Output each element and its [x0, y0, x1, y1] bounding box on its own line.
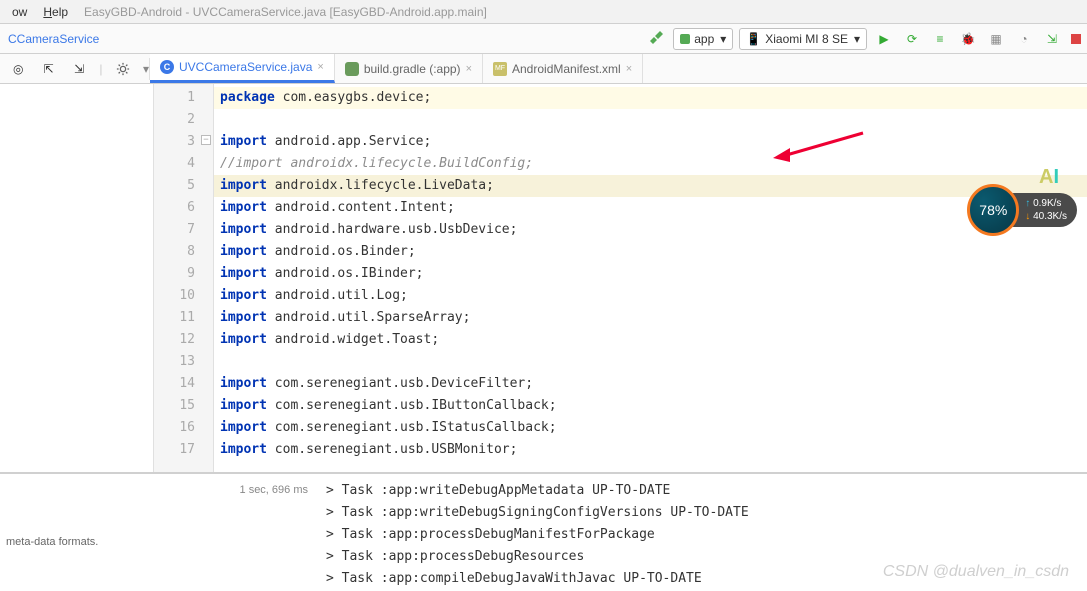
run-config-label: app: [694, 32, 714, 46]
line-number: 6: [154, 197, 213, 219]
line-number: 17: [154, 439, 213, 461]
line-number: 12: [154, 329, 213, 351]
code-line[interactable]: import com.serenegiant.usb.DeviceFilter;: [214, 373, 1087, 395]
line-number: 2: [154, 109, 213, 131]
line-number: 10: [154, 285, 213, 307]
window-title: EasyGBD-Android - UVCCameraService.java …: [84, 5, 487, 19]
download-speed: 40.3K/s: [1025, 210, 1067, 223]
code-line[interactable]: import android.os.Binder;: [214, 241, 1087, 263]
expand-all-icon[interactable]: ⇱: [38, 58, 58, 80]
code-line[interactable]: import android.widget.Toast;: [214, 329, 1087, 351]
attach-debugger-icon[interactable]: ⇲: [1041, 28, 1063, 50]
breadcrumb[interactable]: CCameraService: [6, 32, 99, 46]
code-line[interactable]: import com.serenegiant.usb.IStatusCallba…: [214, 417, 1087, 439]
tab-build-gradle[interactable]: build.gradle (:app) ×: [335, 54, 483, 83]
tab-label: AndroidManifest.xml: [512, 62, 621, 76]
menu-window[interactable]: ow: [4, 3, 35, 21]
tab-manifest[interactable]: MF AndroidManifest.xml ×: [483, 54, 643, 83]
build-output-line: > Task :app:compileDebugJavaWithJavac UP…: [320, 568, 1087, 590]
line-number: 11: [154, 307, 213, 329]
navigation-row: CCameraService app ▾ 📱 Xiaomi MI 8 SE ▾ …: [0, 24, 1087, 54]
build-meta-text: meta-data formats.: [6, 536, 314, 548]
line-number: 4: [154, 153, 213, 175]
line-number: 1: [154, 87, 213, 109]
apply-changes-icon[interactable]: ⟳: [901, 28, 923, 50]
build-panel: 1 sec, 696 ms meta-data formats. > Task …: [0, 472, 1087, 591]
chevron-down-icon[interactable]: ▾: [143, 62, 149, 76]
line-number: 16: [154, 417, 213, 439]
select-opened-file-icon[interactable]: ◎: [8, 58, 28, 80]
build-output-line: > Task :app:processDebugResources: [320, 546, 1087, 568]
code-line[interactable]: //import androidx.lifecycle.BuildConfig;: [214, 153, 1087, 175]
apply-code-changes-icon[interactable]: ≡: [929, 28, 951, 50]
chevron-down-icon: ▾: [854, 32, 860, 46]
phone-icon: 📱: [746, 32, 761, 46]
fold-icon[interactable]: −: [201, 135, 211, 145]
tab-uvccameraservice[interactable]: C UVCCameraService.java ×: [150, 54, 335, 83]
close-icon[interactable]: ×: [466, 63, 472, 75]
run-icon[interactable]: ▶: [873, 28, 895, 50]
line-number: 5: [154, 175, 213, 197]
line-number: 14: [154, 373, 213, 395]
device-label: Xiaomi MI 8 SE: [765, 32, 848, 46]
java-class-icon: C: [160, 60, 174, 74]
android-icon: [680, 34, 690, 44]
project-strip: [0, 84, 154, 472]
tab-label: build.gradle (:app): [364, 62, 461, 76]
code-line[interactable]: import android.app.Service;: [214, 131, 1087, 153]
main-toolbar: app ▾ 📱 Xiaomi MI 8 SE ▾ ▶ ⟳ ≡ 🐞 ▦ ◔ ⇲: [645, 28, 1081, 50]
code-line[interactable]: [214, 351, 1087, 373]
close-icon[interactable]: ×: [626, 63, 632, 75]
code-line[interactable]: import android.hardware.usb.UsbDevice;: [214, 219, 1087, 241]
stop-icon[interactable]: [1071, 34, 1081, 44]
line-number: 9: [154, 263, 213, 285]
build-hammer-icon[interactable]: [645, 28, 667, 50]
performance-widget[interactable]: 78% 0.9K/s 40.3K/s: [967, 184, 1077, 236]
menubar: ow Help EasyGBD-Android - UVCCameraServi…: [0, 0, 1087, 24]
build-output[interactable]: > Task :app:writeDebugAppMetadata UP-TO-…: [320, 474, 1087, 591]
tab-label: UVCCameraService.java: [179, 60, 312, 74]
build-timing: 1 sec, 696 ms: [6, 484, 314, 496]
manifest-icon: MF: [493, 62, 507, 76]
code-line[interactable]: import com.serenegiant.usb.IButtonCallba…: [214, 395, 1087, 417]
close-icon[interactable]: ×: [317, 61, 323, 73]
code-line[interactable]: import android.util.SparseArray;: [214, 307, 1087, 329]
line-number: 13: [154, 351, 213, 373]
build-output-line: > Task :app:writeDebugSigningConfigVersi…: [320, 502, 1087, 524]
debug-icon[interactable]: 🐞: [957, 28, 979, 50]
line-number: 15: [154, 395, 213, 417]
code-line[interactable]: package com.easygbs.device;: [214, 87, 1087, 109]
device-combo[interactable]: 📱 Xiaomi MI 8 SE ▾: [739, 28, 867, 50]
editor-area: 123−4567891011121314151617 package com.e…: [0, 84, 1087, 472]
settings-gear-icon[interactable]: [112, 58, 132, 80]
code-line[interactable]: import android.util.Log;: [214, 285, 1087, 307]
code-editor[interactable]: package com.easygbs.device; import androi…: [214, 84, 1087, 472]
collapse-all-icon[interactable]: ⇲: [69, 58, 89, 80]
editor-tabs: C UVCCameraService.java × build.gradle (…: [150, 54, 1087, 83]
line-number: 3−: [154, 131, 213, 153]
profile-icon[interactable]: ◔: [1013, 28, 1035, 50]
editor-toolbar-row: ◎ ⇱ ⇲ | ▾ C UVCCameraService.java × buil…: [0, 54, 1087, 84]
code-line[interactable]: import android.content.Intent;: [214, 197, 1087, 219]
coverage-icon[interactable]: ▦: [985, 28, 1007, 50]
code-line[interactable]: import com.serenegiant.usb.USBMonitor;: [214, 439, 1087, 461]
build-panel-left: 1 sec, 696 ms meta-data formats.: [0, 474, 320, 591]
gradle-icon: [345, 62, 359, 76]
line-number: 7: [154, 219, 213, 241]
line-number: 8: [154, 241, 213, 263]
line-gutter: 123−4567891011121314151617: [154, 84, 214, 472]
code-line[interactable]: import androidx.lifecycle.LiveData;: [214, 175, 1087, 197]
run-config-combo[interactable]: app ▾: [673, 28, 733, 50]
menu-help[interactable]: Help: [35, 3, 76, 21]
percent-badge: 78%: [967, 184, 1019, 236]
code-line[interactable]: import android.os.IBinder;: [214, 263, 1087, 285]
build-output-line: > Task :app:processDebugManifestForPacka…: [320, 524, 1087, 546]
upload-speed: 0.9K/s: [1025, 197, 1067, 210]
chevron-down-icon: ▾: [720, 32, 726, 46]
build-output-line: > Task :app:writeDebugAppMetadata UP-TO-…: [320, 480, 1087, 502]
project-view-tools: ◎ ⇱ ⇲ | ▾: [0, 58, 150, 80]
code-line[interactable]: [214, 109, 1087, 131]
